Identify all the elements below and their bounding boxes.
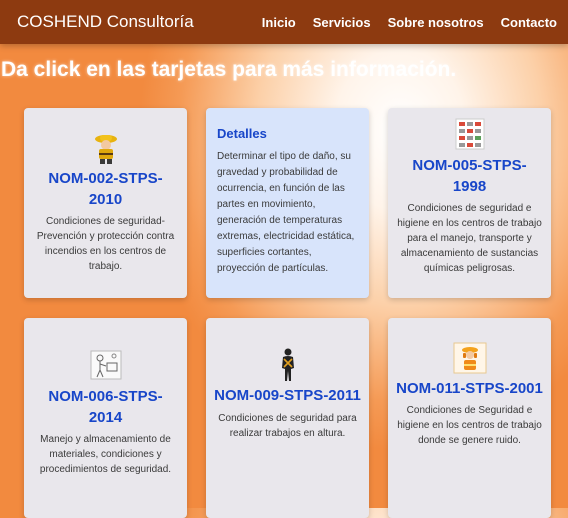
service-card-nom-005[interactable]: NOM-005-STPS-1998 Condiciones de segurid… [388,108,551,298]
service-card-nom-006[interactable]: NOM-006-STPS-2014 Manejo y almacenamient… [24,318,187,518]
card-description: Determinar el tipo de daño, su gravedad … [217,151,355,274]
hazard-chart-icon [455,118,484,150]
card-description: Condiciones de seguridad-Prevención y pr… [36,216,175,272]
nav-link-inicio[interactable]: Inicio [262,15,296,30]
card-description: Condiciones de Seguridad e higiene en lo… [397,405,542,446]
card-description: Manejo y almacenamiento de materiales, c… [39,434,172,475]
nav-link-contacto[interactable]: Contacto [501,15,557,30]
nav-menu: Inicio Servicios Sobre nosotros Contacto [245,15,557,30]
card-title: Detalles [217,126,267,141]
nav-link-servicios[interactable]: Servicios [313,15,371,30]
card-title: NOM-006-STPS-2014 [48,388,163,426]
page-headline: Da click en las tarjetas para más inform… [1,58,457,81]
firefighter-icon [94,135,117,164]
card-description: Condiciones de seguridad para realizar t… [218,413,357,439]
card-title: NOM-005-STPS-1998 [412,157,527,195]
workers-sketch-icon [90,350,121,380]
service-card-nom-011[interactable]: NOM-011-STPS-2001 Condiciones de Segurid… [388,318,551,518]
noise-worker-icon [453,342,486,374]
service-card-nom-009[interactable]: NOM-009-STPS-2011 Condiciones de segurid… [206,318,369,518]
harness-icon [281,348,294,381]
navbar: COSHEND Consultoría Inicio Servicios Sob… [0,0,568,44]
card-title: NOM-002-STPS-2010 [48,170,163,208]
brand-logo[interactable]: COSHEND Consultoría [17,12,194,32]
service-card-details[interactable]: Detalles Determinar el tipo de daño, su … [206,108,369,298]
service-card-nom-002[interactable]: NOM-002-STPS-2010 Condiciones de segurid… [24,108,187,298]
card-title: NOM-011-STPS-2001 [396,380,543,397]
nav-link-sobre-nosotros[interactable]: Sobre nosotros [388,15,484,30]
card-title: NOM-009-STPS-2011 [214,387,361,404]
card-description: Condiciones de seguridad e higiene en lo… [397,203,542,274]
